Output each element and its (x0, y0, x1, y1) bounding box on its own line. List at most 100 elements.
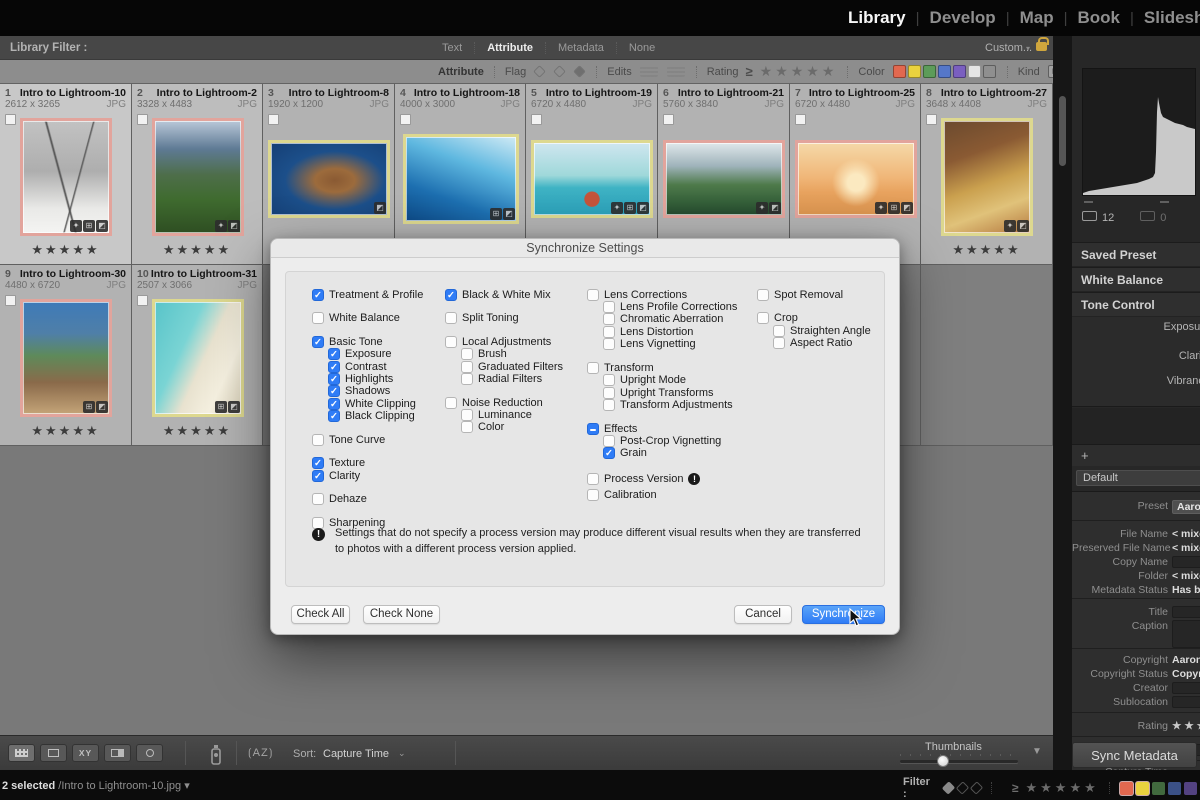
checkbox-on[interactable]: ✓ (328, 373, 340, 385)
sync-option-split-toning[interactable]: Split Toning (445, 312, 519, 325)
metadata-input[interactable] (1172, 556, 1200, 568)
filter-tab-metadata[interactable]: Metadata (545, 42, 616, 54)
tag-badge-icon[interactable]: ✦ (756, 202, 768, 214)
metadata-input[interactable] (1172, 606, 1200, 618)
sync-option-graduated-filters[interactable]: Graduated Filters (461, 360, 563, 373)
selection-status[interactable]: 2 selected /Intro to Lightroom-10.jpg ▾ (2, 779, 190, 792)
cell-flag-checkbox[interactable] (268, 114, 279, 125)
grid-scrollbar[interactable] (1059, 96, 1066, 166)
sort-caret-icon[interactable]: ⌄ (398, 748, 406, 759)
sync-option-white-clipping[interactable]: ✓White Clipping (328, 397, 416, 410)
synchronize-button[interactable]: Synchronize (802, 605, 885, 624)
sync-option-process-version[interactable]: Process Version! (587, 473, 700, 486)
cell-star-rating[interactable]: ★★★★★ (0, 242, 131, 258)
rating-stars-filter[interactable]: ★★★★★ (760, 63, 838, 80)
sync-option-lens-distortion[interactable]: Lens Distortion (603, 325, 693, 338)
checkbox-on[interactable]: ✓ (312, 457, 324, 469)
checkbox-off[interactable] (461, 348, 473, 360)
check-all-button[interactable]: Check All (291, 605, 350, 624)
sync-option-upright-mode[interactable]: Upright Mode (603, 374, 686, 387)
people-view-button[interactable] (136, 744, 163, 762)
checkbox-off[interactable] (603, 435, 615, 447)
filter-flag-pick-icon[interactable] (941, 781, 954, 794)
checkbox-off[interactable] (445, 336, 457, 348)
cell-flag-checkbox[interactable] (795, 114, 806, 125)
metadata-view-dropdown[interactable]: Default (1076, 470, 1200, 486)
filter-flag-unflagged-icon[interactable] (956, 781, 969, 794)
color-swatch-4[interactable] (953, 65, 966, 78)
checkbox-off[interactable] (587, 362, 599, 374)
cell-star-rating[interactable]: ★★★★★ (132, 423, 262, 439)
sync-metadata-button[interactable]: Sync Metadata (1072, 742, 1197, 768)
cell-flag-checkbox[interactable] (926, 114, 937, 125)
checkbox-off[interactable] (603, 399, 615, 411)
edited-photos-icon[interactable] (640, 66, 658, 77)
loupe-view-button[interactable] (40, 744, 67, 762)
sync-option-calibration[interactable]: Calibration (587, 488, 657, 501)
cell-star-rating[interactable]: ★★★★★ (132, 242, 262, 258)
cell-flag-checkbox[interactable] (5, 295, 16, 306)
sync-option-texture[interactable]: ✓Texture (312, 457, 365, 470)
sync-option-dehaze[interactable]: Dehaze (312, 493, 367, 506)
filter-color-swatch-4[interactable] (1184, 782, 1197, 795)
filter-tab-none[interactable]: None (616, 42, 667, 54)
painter-spray-can-icon[interactable] (207, 742, 224, 766)
sync-option-upright-transforms[interactable]: Upright Transforms (603, 386, 714, 399)
checkbox-on[interactable]: ✓ (312, 289, 324, 301)
shadow-clipping-indicator[interactable] (1084, 201, 1093, 203)
checkbox-on[interactable]: ✓ (328, 385, 340, 397)
photo-thumbnail[interactable]: ✦⊞◩ (795, 140, 917, 218)
checkbox-off[interactable] (461, 373, 473, 385)
checkbox-off[interactable] (603, 313, 615, 325)
cell-flag-checkbox[interactable] (531, 114, 542, 125)
photo-thumbnail[interactable]: ⊞◩ (403, 134, 519, 224)
sync-option-brush[interactable]: Brush (461, 348, 507, 361)
sync-option-clarity[interactable]: ✓Clarity (312, 469, 360, 482)
sync-option-tone-curve[interactable]: Tone Curve (312, 433, 385, 446)
metadata-input[interactable] (1172, 620, 1200, 648)
preset-value-dropdown[interactable]: Aaron (1172, 500, 1200, 514)
checkbox-off[interactable] (587, 289, 599, 301)
checkbox-on[interactable]: ✓ (312, 336, 324, 348)
sync-option-highlights[interactable]: ✓Highlights (328, 372, 393, 385)
checkbox-on[interactable]: ✓ (328, 361, 340, 373)
compare-view-button[interactable]: XY (72, 744, 99, 762)
filter-flag-reject-icon[interactable] (970, 781, 983, 794)
filter-color-swatch-2[interactable] (1152, 782, 1165, 795)
tag-badge-icon[interactable]: ✦ (215, 220, 227, 232)
adj-badge-icon[interactable]: ◩ (228, 220, 240, 232)
checkbox-on[interactable]: ✓ (328, 348, 340, 360)
panel-section-white-balance[interactable]: White Balance (1072, 267, 1200, 292)
filter-tab-text[interactable]: Text (430, 42, 474, 54)
tag-badge-icon[interactable]: ✦ (611, 202, 623, 214)
crop-badge-icon[interactable]: ⊞ (888, 202, 900, 214)
plus-icon[interactable]: + (1081, 448, 1089, 463)
photo-cell-2[interactable]: 2 Intro to Lightroom-2 3328 x 4483 JPG ✦… (132, 84, 263, 265)
color-swatch-2[interactable] (923, 65, 936, 78)
grid-view-button[interactable] (8, 744, 35, 762)
filter-rating-operator[interactable]: ≥ (1012, 781, 1019, 795)
sync-option-basic-tone[interactable]: ✓Basic Tone (312, 335, 383, 348)
crop-badge-icon[interactable]: ⊞ (215, 401, 227, 413)
checkbox-off[interactable] (603, 301, 615, 313)
keywording-panel-header[interactable]: + (1072, 444, 1200, 466)
checkbox-off[interactable] (461, 409, 473, 421)
filter-lock-icon[interactable] (1036, 42, 1047, 51)
thumbnail-slider-knob[interactable] (937, 755, 949, 767)
module-book[interactable]: Book (1068, 8, 1131, 28)
toolbar-options-chevron-icon[interactable]: ▼ (1032, 746, 1042, 757)
checkbox-off[interactable] (587, 489, 599, 501)
sync-option-shadows[interactable]: ✓Shadows (328, 385, 390, 398)
tag-badge-icon[interactable]: ✦ (875, 202, 887, 214)
crop-badge-icon[interactable]: ⊞ (490, 208, 502, 220)
adj-badge-icon[interactable]: ◩ (503, 208, 515, 220)
filter-rating-stars[interactable]: ★★★★★ (1025, 780, 1098, 796)
checkbox-mixed[interactable] (587, 423, 599, 435)
checkbox-on[interactable]: ✓ (328, 398, 340, 410)
crop-badge-icon[interactable]: ⊞ (83, 401, 95, 413)
unedited-photos-icon[interactable] (667, 66, 685, 77)
cell-star-rating[interactable]: ★★★★★ (921, 242, 1052, 258)
sync-option-radial-filters[interactable]: Radial Filters (461, 372, 542, 385)
sort-value-dropdown[interactable]: Capture Time (323, 748, 389, 760)
sync-option-lens-corrections[interactable]: Lens Corrections (587, 288, 687, 301)
